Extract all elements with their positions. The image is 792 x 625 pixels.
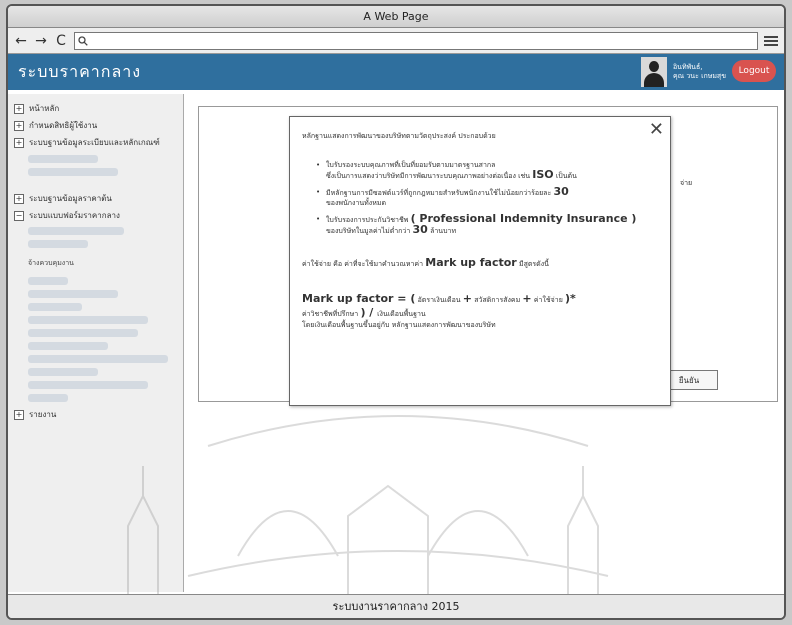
blurred-text — [28, 227, 124, 235]
close-icon[interactable]: ✕ — [649, 119, 664, 140]
blurred-text — [28, 303, 82, 311]
app-header: ระบบราคากลาง อินทิพันธ์, คุณ วนะ เกษมสุข… — [8, 54, 784, 90]
list-item: • ใบรับรองระบบคุณภาพที่เป็นที่ยอมรับตามม… — [316, 161, 577, 181]
footer-year: 2015 — [431, 600, 460, 613]
blurred-text — [28, 394, 68, 402]
sidebar-subhead[interactable]: จ้างควบคุมงาน — [28, 258, 177, 269]
browser-window: A Web Page ← → C ระบบราคากลาง อินทิพันธ์… — [6, 4, 786, 620]
blurred-text — [28, 368, 98, 376]
expand-plus-icon: + — [14, 120, 24, 131]
url-bar[interactable] — [74, 31, 758, 50]
expand-plus-icon: + — [14, 103, 24, 114]
sidebar-item-label: ระบบแบบฟอร์มราคากลาง — [29, 211, 120, 220]
modal-title: หลักฐานแสดงการพัฒนาของบริษัทตามวัตถุประส… — [302, 132, 496, 140]
markup-formula: Mark up factor = ( อัตราเงินเดือน + สวัส… — [302, 292, 576, 329]
blurred-text — [28, 240, 88, 248]
back-icon[interactable]: ← — [14, 33, 28, 49]
forward-icon[interactable]: → — [34, 33, 48, 49]
sidebar-item-label: หน้าหลัก — [29, 104, 60, 113]
avatar — [640, 57, 667, 87]
list-item: • ใบรับรองการประกันวิชาชีพ ( Professiona… — [316, 212, 637, 236]
blurred-text — [28, 277, 68, 285]
blurred-text — [28, 329, 138, 337]
sidebar-item-forms[interactable]: − ระบบแบบฟอร์มราคากลาง — [14, 209, 177, 222]
sidebar-item-label: กำหนดสิทธิผู้ใช้งาน — [29, 121, 98, 130]
blurred-text — [28, 316, 148, 324]
blurred-text — [28, 355, 168, 363]
blurred-text — [28, 168, 118, 176]
sidebar-item-regulations[interactable]: + ระบบฐานข้อมูลระเบียบและหลักเกณฑ์ — [14, 136, 177, 149]
sidebar-item-label: ระบบฐานข้อมูลระเบียบและหลักเกณฑ์ — [29, 138, 160, 147]
markup-intro: ค่าใช้จ่าย คือ ค่าที่จะใช้มาคำนวณหาค่า M… — [302, 256, 549, 269]
sidebar-item-home[interactable]: + หน้าหลัก — [14, 102, 177, 115]
blurred-text — [28, 342, 108, 350]
browser-navbar: ← → C — [8, 28, 784, 54]
search-icon — [78, 35, 88, 46]
user-info: อินทิพันธ์, คุณ วนะ เกษมสุข — [640, 57, 726, 87]
watermark-seal — [127, 415, 609, 596]
user-role: คุณ วนะ เกษมสุข — [672, 72, 726, 80]
sidebar-item-base-price[interactable]: + ระบบฐานข้อมูลราคาต้น — [14, 192, 177, 205]
footer-text: ระบบงานราคากลาง — [332, 600, 428, 613]
content-side-text: จ่าย — [680, 179, 693, 187]
window-title: A Web Page — [8, 6, 784, 28]
blurred-text — [28, 381, 148, 389]
list-item: • มีหลักฐานการมีซอฟต์แวร์ที่ถูกกฎหมายสำห… — [316, 185, 569, 207]
info-modal: ✕ หลักฐานแสดงการพัฒนาของบริษัทตามวัตถุปร… — [289, 116, 671, 406]
hamburger-menu-icon[interactable] — [764, 35, 778, 46]
sidebar-item-label: ระบบฐานข้อมูลราคาต้น — [29, 194, 112, 203]
url-input[interactable] — [88, 34, 757, 47]
sidebar-item-permissions[interactable]: + กำหนดสิทธิผู้ใช้งาน — [14, 119, 177, 132]
user-name: อินทิพันธ์, — [672, 63, 703, 71]
reload-icon[interactable]: C — [54, 33, 68, 49]
expand-plus-icon: + — [14, 137, 24, 148]
blurred-text — [28, 155, 98, 163]
app-title: ระบบราคากลาง — [18, 61, 142, 81]
collapse-minus-icon: − — [14, 210, 24, 221]
footer: ระบบงานราคากลาง 2015 — [8, 594, 784, 618]
blurred-text — [28, 290, 118, 298]
expand-plus-icon: + — [14, 193, 24, 204]
logout-button[interactable]: Logout — [732, 60, 776, 82]
